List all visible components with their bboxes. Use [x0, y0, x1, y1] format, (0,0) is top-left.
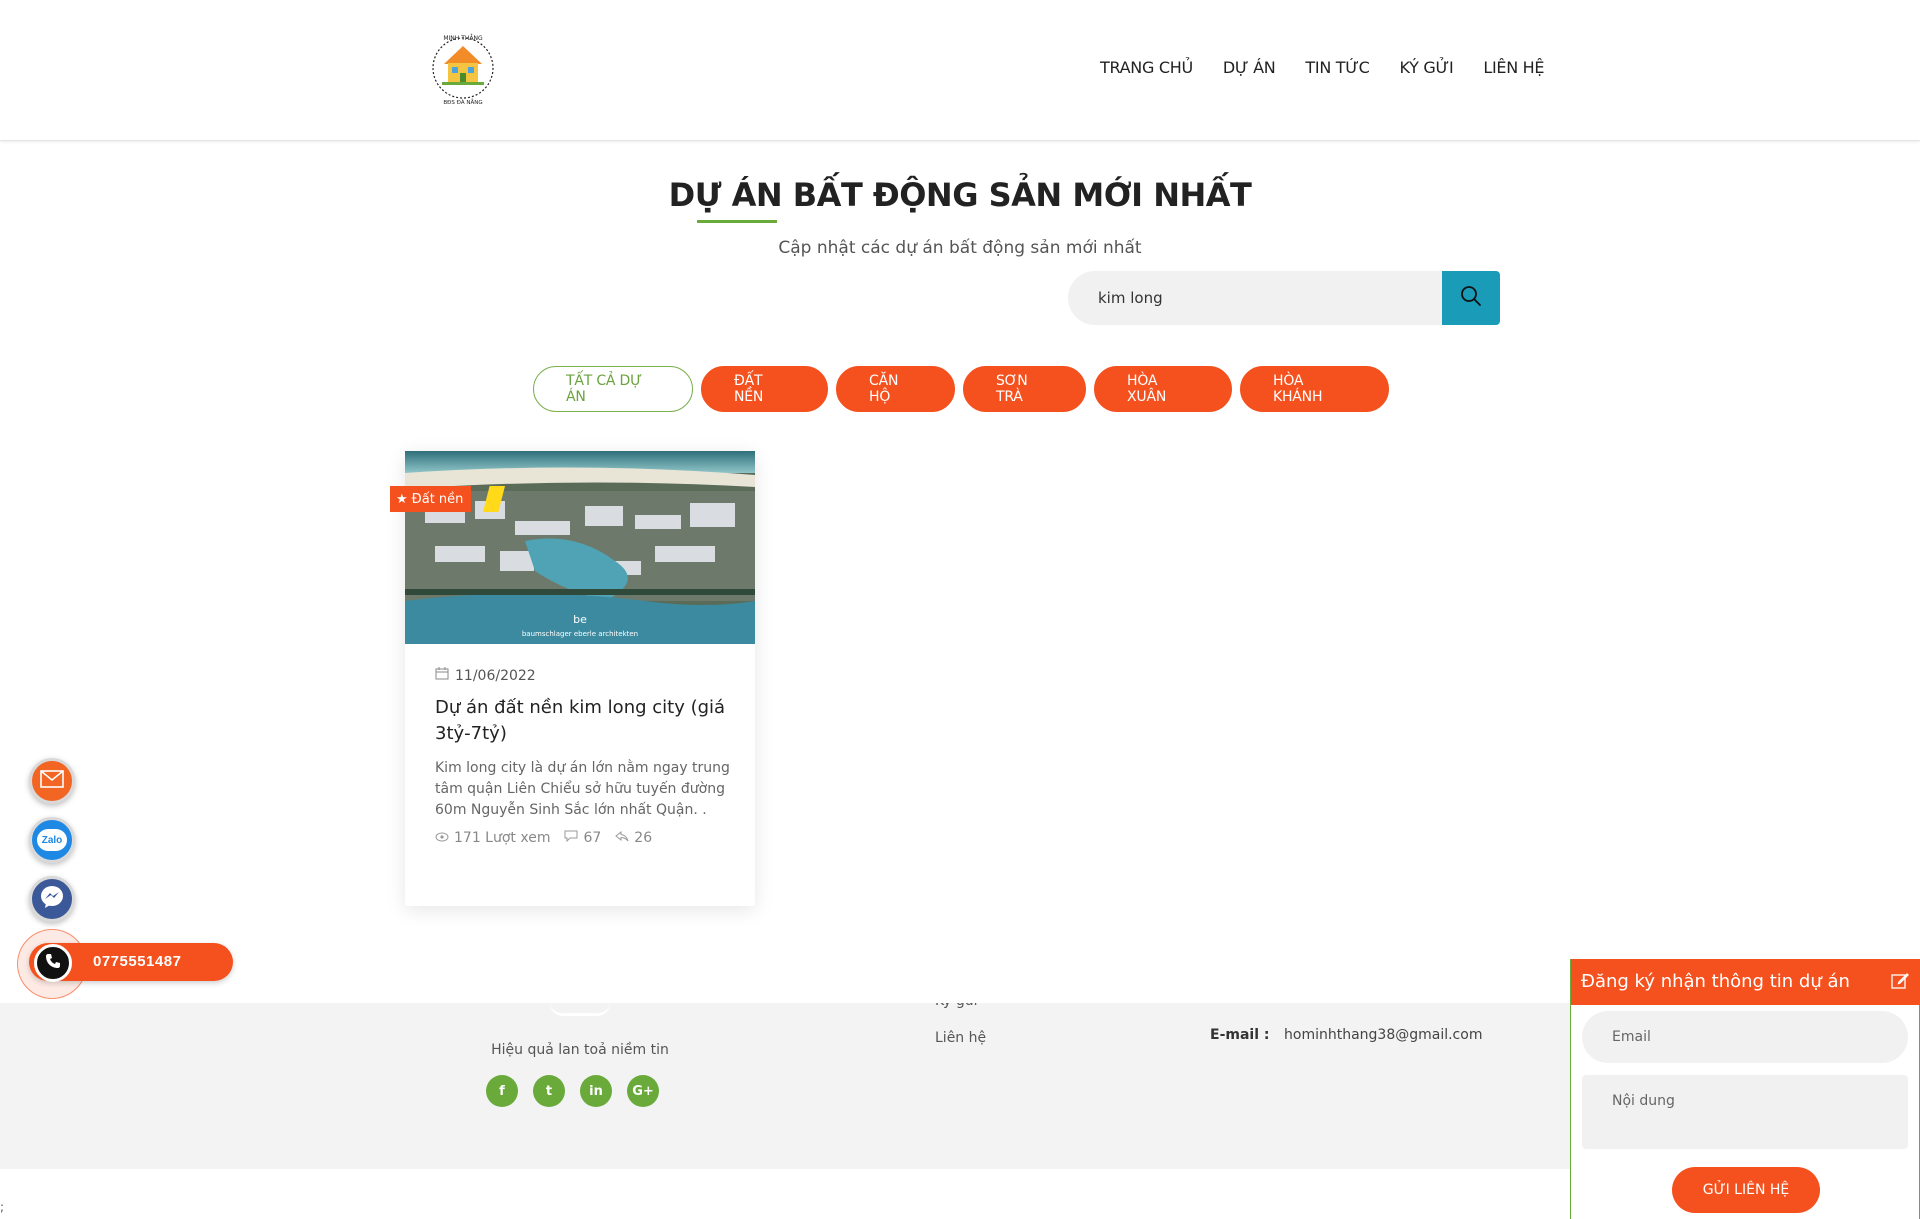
nav-item-contact[interactable]: LIÊN HỆ	[1483, 58, 1544, 77]
search-box	[1068, 271, 1500, 325]
svg-text:BĐS ĐÀ NẴNG: BĐS ĐÀ NẴNG	[443, 98, 482, 106]
filter-hoa-xuan[interactable]: HÒA XUÂN	[1094, 366, 1232, 412]
footer-email-label: E-mail :	[1210, 1027, 1270, 1043]
send-contact-button[interactable]: GỬI LIÊN HỆ	[1672, 1167, 1820, 1213]
filter-son-tra[interactable]: SƠN TRÀ	[963, 366, 1086, 412]
zalo-icon: Zalo	[37, 829, 67, 851]
subscribe-title: Đăng ký nhận thông tin dự án	[1581, 971, 1850, 992]
badge-label: Đất nền	[411, 491, 464, 507]
filter-all-projects[interactable]: TẤT CẢ DỰ ÁN	[533, 366, 693, 412]
comment-icon	[564, 830, 578, 846]
title-underline	[697, 220, 777, 223]
footer-email-value[interactable]: hominhthang38@gmail.com	[1284, 1027, 1482, 1043]
search-input[interactable]	[1068, 271, 1442, 325]
svg-text:MINH THẮNG: MINH THẮNG	[443, 34, 483, 42]
views-count: 171 Lượt xem	[454, 830, 551, 846]
shares-count: 26	[634, 830, 653, 846]
project-title[interactable]: Dự án đất nền kim long city (giá 3tỷ-7tỷ…	[435, 695, 735, 747]
nav-item-consign[interactable]: KÝ GỬI	[1400, 58, 1454, 77]
facebook-icon[interactable]: f	[486, 1075, 518, 1107]
search-icon	[1460, 285, 1482, 311]
subscribe-header[interactable]: Đăng ký nhận thông tin dự án	[1571, 959, 1920, 1005]
page-title: DỰ ÁN BẤT ĐỘNG SẢN MỚI NHẤT	[668, 176, 1252, 214]
zalo-float-button[interactable]: Zalo	[29, 817, 75, 863]
phone-number[interactable]: 0775551487	[93, 953, 181, 970]
filter-hoa-khanh[interactable]: HÒA KHÁNH	[1240, 366, 1389, 412]
shares-stat: 26	[615, 830, 652, 846]
phone-icon	[45, 953, 61, 973]
footer-slogan: Hiệu quả lan toả niềm tin	[491, 1042, 669, 1058]
views-stat: 171 Lượt xem	[435, 830, 550, 846]
project-image[interactable]: be baumschlager eberle architekten	[405, 451, 755, 644]
main-nav: TRANG CHỦ DỰ ÁN TIN TỨC KÝ GỬI LIÊN HỆ	[1100, 58, 1545, 77]
phone-call-button[interactable]	[34, 944, 72, 982]
comments-count: 67	[583, 830, 602, 846]
star-icon: ★	[396, 491, 408, 507]
comments-stat: 67	[564, 830, 601, 846]
site-logo[interactable]: MINH THẮNG BĐS ĐÀ NẴNG	[428, 30, 498, 108]
edit-icon[interactable]	[1891, 972, 1909, 994]
google-plus-icon[interactable]: G+	[627, 1075, 659, 1107]
email-float-button[interactable]	[29, 758, 75, 804]
social-links: f t in G+	[486, 1075, 659, 1107]
page-subtitle: Cập nhật các dự án bất động sản mới nhất	[778, 238, 1142, 258]
twitter-icon[interactable]: t	[533, 1075, 565, 1107]
subscribe-widget: Đăng ký nhận thông tin dự án GỬI LIÊN HỆ	[1570, 959, 1920, 1219]
svg-text:be: be	[573, 613, 587, 626]
share-icon	[615, 830, 629, 846]
zalo-label: Zalo	[41, 834, 63, 846]
subscribe-email-input[interactable]	[1582, 1011, 1908, 1063]
footer-link-consign[interactable]: Ký gửi	[935, 1003, 978, 1009]
subscribe-content-input[interactable]	[1582, 1075, 1908, 1149]
project-description: Kim long city là dự án lớn nằm ngay trun…	[435, 760, 730, 818]
footer-logo-edge	[550, 1003, 610, 1016]
image-watermark: baumschlager eberle architekten	[521, 630, 639, 638]
nav-item-projects[interactable]: DỰ ÁN	[1223, 58, 1276, 77]
date-text: 11/06/2022	[455, 667, 536, 684]
site-header: MINH THẮNG BĐS ĐÀ NẴNG TRANG CHỦ DỰ ÁN T…	[0, 0, 1920, 141]
category-filters: TẤT CẢ DỰ ÁN ĐẤT NỀN CĂN HỘ SƠN TRÀ HÒA …	[533, 366, 1397, 412]
linkedin-icon[interactable]: in	[580, 1075, 612, 1107]
filter-apartment[interactable]: CĂN HỘ	[836, 366, 955, 412]
eye-icon	[435, 830, 449, 846]
post-date: 11/06/2022	[435, 667, 536, 684]
footer-link-contact[interactable]: Liên hệ	[935, 1030, 986, 1046]
footer-bottom-text: ;	[0, 1200, 5, 1214]
mail-icon	[40, 770, 64, 792]
project-card[interactable]: be baumschlager eberle architekten ★ Đất…	[390, 451, 755, 906]
calendar-icon	[435, 667, 449, 684]
nav-item-home[interactable]: TRANG CHỦ	[1100, 58, 1193, 77]
project-stats: 171 Lượt xem 67 26	[435, 830, 652, 846]
search-button[interactable]	[1442, 271, 1500, 325]
messenger-float-button[interactable]	[29, 876, 75, 922]
filter-land[interactable]: ĐẤT NỀN	[701, 366, 828, 412]
nav-item-news[interactable]: TIN TỨC	[1305, 58, 1369, 77]
category-badge: ★ Đất nền	[390, 486, 472, 512]
messenger-icon	[39, 884, 65, 914]
